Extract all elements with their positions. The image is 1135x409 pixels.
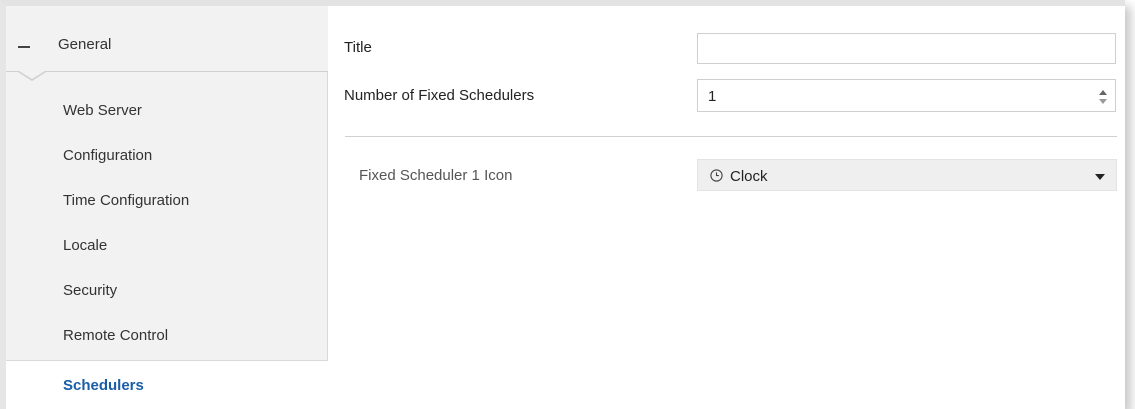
chevron-down-icon[interactable] [1095,174,1105,180]
title-input[interactable] [697,33,1116,64]
title-label: Title [344,39,372,56]
sidebar-item-locale[interactable]: Locale [6,224,328,268]
sidebar-item-configuration[interactable]: Configuration [6,134,328,178]
sidebar: General Web Server Configuration Time Co… [6,6,329,409]
sidebar-item-schedulers[interactable]: Schedulers [6,360,329,409]
collapse-icon[interactable] [18,46,30,48]
scheduler-icon-select[interactable]: Clock [697,159,1117,191]
spin-down-icon[interactable] [1099,99,1107,104]
sidebar-item-remote-control[interactable]: Remote Control [6,314,328,358]
group-notch-fill [19,71,45,79]
scheduler-icon-value: Clock [730,168,768,185]
section-divider [345,136,1117,137]
fixed-schedulers-value: 1 [708,88,717,105]
sidebar-group-label: General [58,36,112,53]
fixed-schedulers-label: Number of Fixed Schedulers [344,87,535,104]
sidebar-item-web-server[interactable]: Web Server [6,89,328,133]
content-panel: Title Number of Fixed Schedulers 1 Fixed… [328,6,1125,409]
sidebar-item-security[interactable]: Security [6,269,328,313]
sidebar-group-general[interactable]: General [6,6,328,72]
fixed-schedulers-stepper[interactable]: 1 [697,79,1116,112]
sidebar-item-time-configuration[interactable]: Time Configuration [6,179,328,223]
spin-up-icon[interactable] [1099,90,1107,95]
app-window: General Web Server Configuration Time Co… [0,0,1125,409]
scheduler-icon-label: Fixed Scheduler 1 Icon [359,167,513,184]
clock-icon [710,169,723,182]
